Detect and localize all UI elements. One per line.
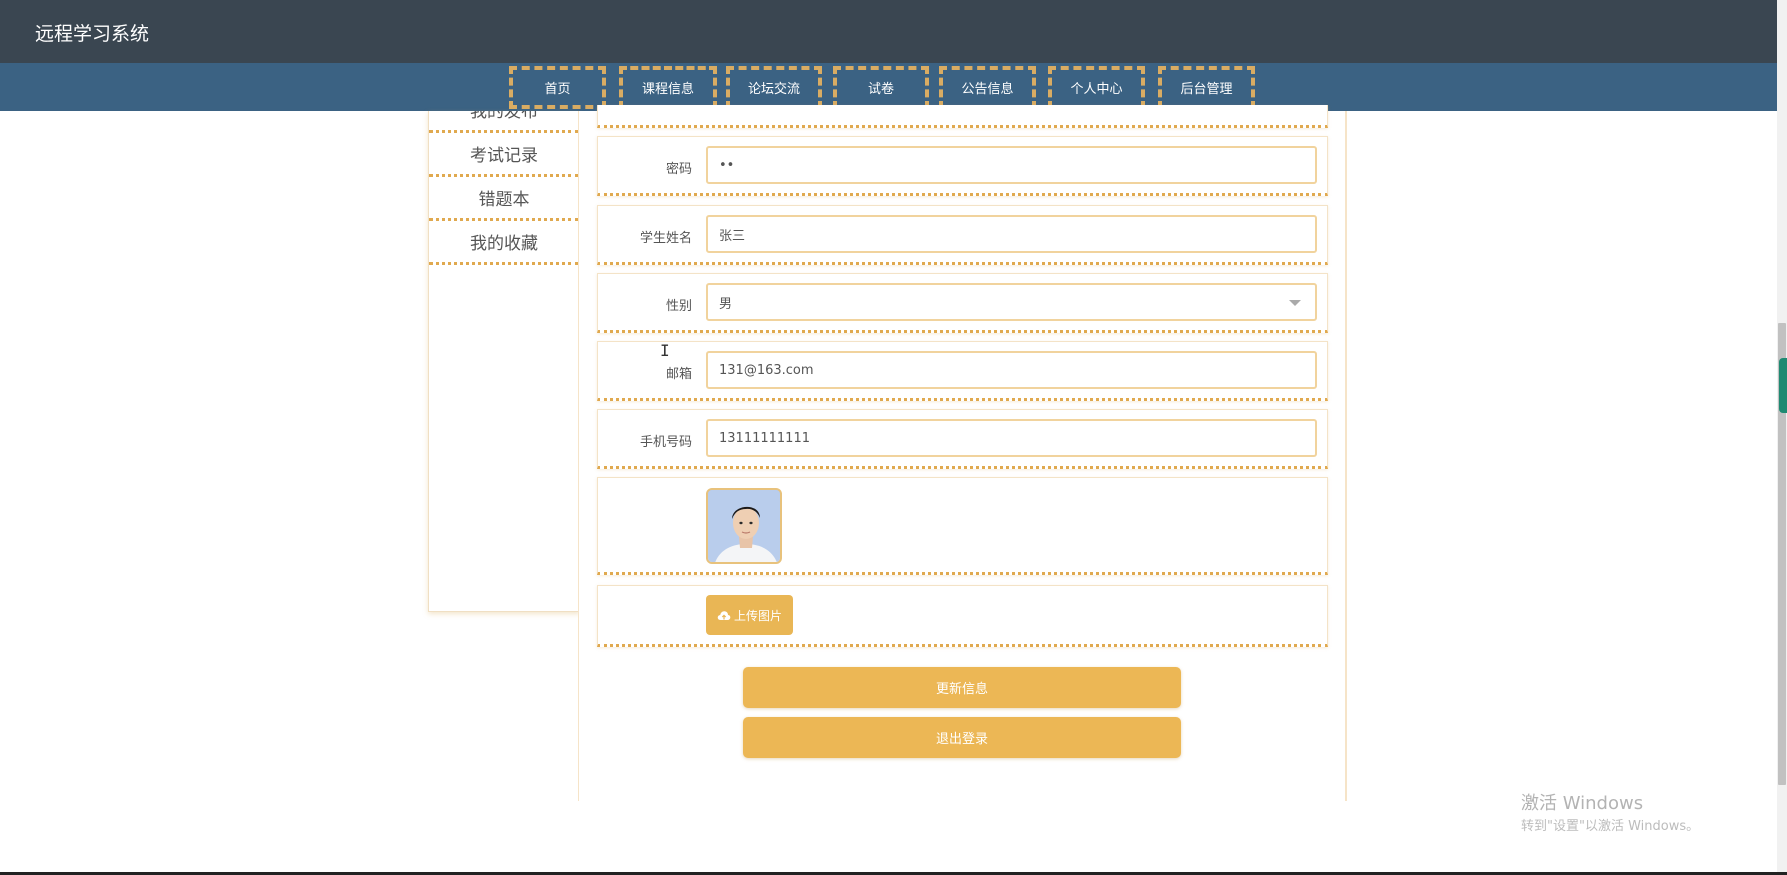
page: 远程学习系统 首页 课程信息 论坛交流 试卷 公告信息 个人中心 后台管理 我的… — [0, 0, 1787, 875]
activation-watermark-subtitle: 转到"设置"以激活 Windows。 — [1521, 819, 1700, 834]
form-row-email: 邮箱 131@163.com — [597, 341, 1328, 401]
activation-watermark-title: 激活 Windows — [1521, 793, 1644, 814]
gender-select[interactable]: 男 — [706, 283, 1317, 321]
form-row-name: 学生姓名 张三 — [597, 205, 1328, 265]
form-row-phone: 手机号码 13111111111 — [597, 409, 1328, 469]
sidebar-item-wrong-questions[interactable]: 错题本 — [429, 177, 579, 221]
nav-item-notices[interactable]: 公告信息 — [939, 66, 1036, 109]
email-field[interactable]: 131@163.com — [706, 351, 1317, 389]
nav-item-profile[interactable]: 个人中心 — [1048, 66, 1145, 109]
nav-item-forum[interactable]: 论坛交流 — [726, 66, 822, 109]
sidebar-item-exam-records[interactable]: 考试记录 — [429, 133, 579, 177]
password-label: 密码 — [665, 162, 692, 177]
name-field[interactable]: 张三 — [706, 215, 1317, 253]
password-field[interactable]: •• — [706, 146, 1317, 184]
form-row-gender: 性别 男 — [597, 273, 1328, 333]
avatar-image — [706, 488, 782, 564]
gender-value: 男 — [719, 296, 733, 312]
name-label: 学生姓名 — [639, 231, 692, 246]
upload-label: 上传图片 — [733, 608, 782, 623]
chevron-down-icon — [1289, 300, 1301, 306]
logout-button[interactable]: 退出登录 — [743, 717, 1181, 758]
phone-label: 手机号码 — [639, 435, 692, 450]
upload-image-button[interactable]: 上传图片 — [706, 595, 793, 635]
side-widget-tab[interactable] — [1779, 358, 1787, 413]
phone-field[interactable]: 13111111111 — [706, 419, 1317, 457]
profile-sidebar: 我的发布 考试记录 错题本 我的收藏 — [428, 111, 580, 612]
form-row-upload: 上传图片 — [597, 585, 1328, 647]
update-info-button[interactable]: 更新信息 — [743, 667, 1181, 708]
sidebar-item-my-posts[interactable]: 我的发布 — [429, 111, 579, 133]
gender-label: 性别 — [665, 299, 692, 314]
text-cursor-icon: I — [660, 341, 670, 360]
nav-item-courses[interactable]: 课程信息 — [619, 66, 717, 109]
form-row-avatar — [597, 477, 1328, 575]
cloud-upload-icon — [717, 610, 731, 620]
email-label: 邮箱 — [665, 367, 692, 382]
site-title: 远程学习系统 — [35, 23, 150, 45]
nav-item-exams[interactable]: 试卷 — [833, 66, 929, 109]
nav-item-admin[interactable]: 后台管理 — [1158, 66, 1255, 109]
nav-item-home[interactable]: 首页 — [509, 66, 606, 109]
main-nav: 首页 课程信息 论坛交流 试卷 公告信息 个人中心 后台管理 — [0, 63, 1777, 111]
top-header: 远程学习系统 — [0, 0, 1777, 63]
form-row-partial — [597, 105, 1328, 128]
person-photo-icon — [708, 490, 780, 562]
sidebar-item-favorites[interactable]: 我的收藏 — [429, 221, 579, 265]
form-row-password: 密码 •• — [597, 136, 1328, 196]
